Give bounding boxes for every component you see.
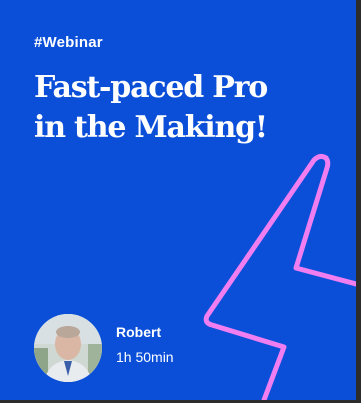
- presenter-name: Robert: [116, 324, 162, 340]
- webinar-duration: 1h 50min: [116, 349, 174, 365]
- hashtag-label: #Webinar: [34, 34, 103, 51]
- title-line-2: in the Making!: [34, 110, 268, 145]
- title-line-1: Fast-paced Pro: [34, 70, 268, 105]
- outer-background-right: [356, 0, 361, 403]
- presenter-avatar: [34, 314, 102, 382]
- card-title: Fast-paced Pro in the Making!: [34, 68, 334, 148]
- webinar-card[interactable]: #Webinar Fast-paced Pro in the Making! R…: [0, 0, 356, 400]
